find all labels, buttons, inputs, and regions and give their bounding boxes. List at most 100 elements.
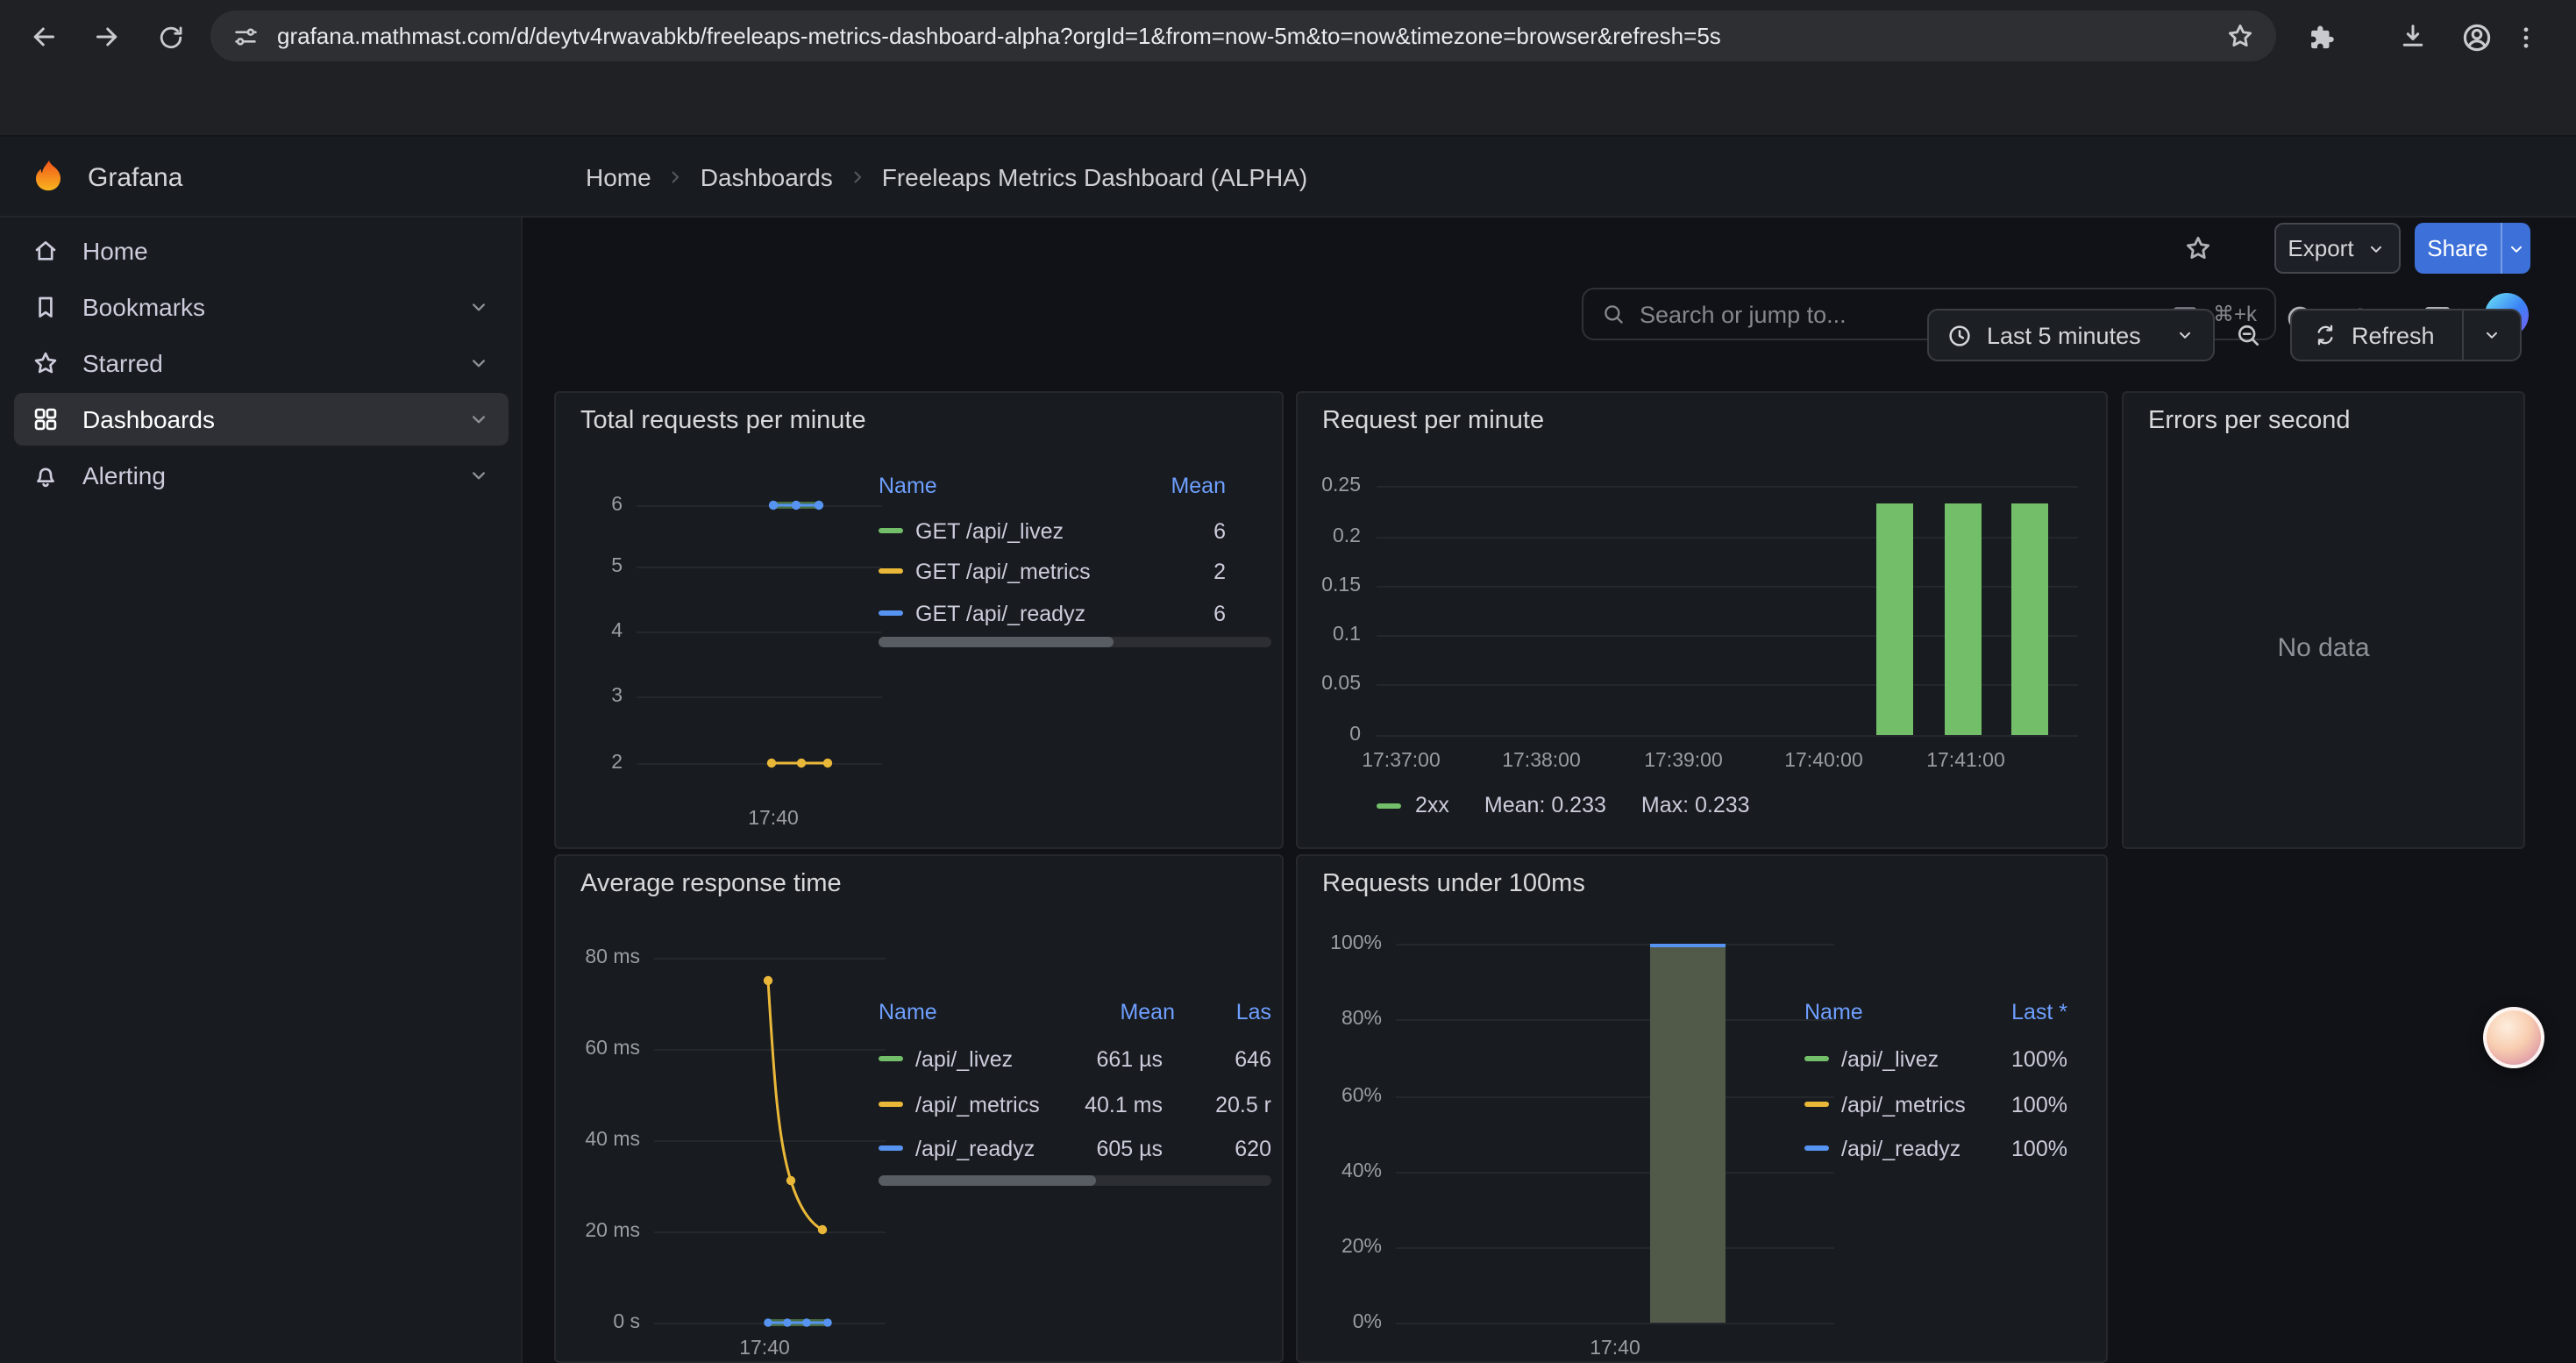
legend-scrollbar xyxy=(879,1175,1271,1186)
series-color-chip xyxy=(1804,1145,1829,1151)
y-tick: 0 s xyxy=(570,1309,640,1337)
series-name[interactable]: /api/_metrics xyxy=(915,1092,1049,1117)
x-tick: 17:40 xyxy=(1566,1337,1664,1361)
legend-header-last[interactable]: Last * xyxy=(1980,1000,2067,1024)
chevron-down-icon xyxy=(2366,238,2387,259)
sidebar-item-label: Home xyxy=(82,237,148,265)
refresh-button[interactable]: Refresh xyxy=(2292,322,2462,348)
y-tick: 0.2 xyxy=(1308,523,1361,551)
legend-row: /api/_readyz 100% xyxy=(1804,1133,2067,1163)
bookmark-star-icon[interactable] xyxy=(2225,21,2255,51)
sidebar-item-dashboards[interactable]: Dashboards xyxy=(14,393,509,446)
legend: 2xx Mean: 0.233 Max: 0.233 xyxy=(1377,793,1750,817)
series-color-chip xyxy=(879,610,903,616)
bar-2xx xyxy=(1876,503,1913,735)
y-tick: 3 xyxy=(577,682,623,710)
site-settings-icon[interactable] xyxy=(231,22,260,50)
series-color-chip xyxy=(1377,803,1401,808)
series-last: 100% xyxy=(1980,1092,2067,1117)
refresh-icon xyxy=(2313,323,2338,347)
breadcrumb-dashboards[interactable]: Dashboards xyxy=(701,163,833,191)
y-tick: 100% xyxy=(1312,930,1382,958)
export-label: Export xyxy=(2288,235,2353,261)
reload-icon[interactable] xyxy=(147,14,193,60)
chevron-down-icon[interactable] xyxy=(466,351,491,375)
export-button[interactable]: Export xyxy=(2274,223,2401,274)
url-bar[interactable]: grafana.mathmast.com/d/deytv4rwavabkb/fr… xyxy=(210,11,2276,61)
series-color-chip xyxy=(879,528,903,533)
series-name[interactable]: /api/_readyz xyxy=(915,1136,1049,1160)
legend-header-mean[interactable]: Mean xyxy=(1073,1000,1175,1024)
series-last: 646 xyxy=(1175,1046,1271,1071)
panel-title[interactable]: Errors per second xyxy=(2148,407,2351,435)
gridline xyxy=(1396,1019,1834,1021)
gridline xyxy=(1396,1172,1834,1174)
floating-assistant-avatar[interactable] xyxy=(2483,1007,2544,1068)
favorite-star-icon[interactable] xyxy=(2174,225,2220,270)
series-name[interactable]: /api/_livez xyxy=(915,1046,1049,1071)
panel-title[interactable]: Request per minute xyxy=(1322,407,1544,435)
forward-icon[interactable] xyxy=(84,14,130,60)
gridline xyxy=(1396,944,1834,946)
chevron-right-icon xyxy=(665,167,687,188)
sidebar-item-starred[interactable]: Starred xyxy=(14,337,509,389)
downloads-icon[interactable] xyxy=(2390,14,2436,60)
chevron-down-icon[interactable] xyxy=(466,463,491,488)
legend-header-name[interactable]: Name xyxy=(879,1000,1073,1024)
back-icon[interactable] xyxy=(21,14,67,60)
breadcrumb-current: Freeleaps Metrics Dashboard (ALPHA) xyxy=(882,163,1308,191)
sidebar: Home Bookmarks Starred Dashboards Alerti… xyxy=(0,218,523,1363)
profile-icon[interactable] xyxy=(2453,14,2499,60)
share-chevron-icon[interactable] xyxy=(2501,223,2530,274)
series-name[interactable]: GET /api/_readyz xyxy=(915,601,1085,625)
legend-header-name[interactable]: Name xyxy=(879,474,937,498)
share-label[interactable]: Share xyxy=(2415,223,2501,274)
series-mean: 6 xyxy=(1213,601,1226,625)
y-tick: 20% xyxy=(1312,1233,1382,1261)
panel-title[interactable]: Requests under 100ms xyxy=(1322,870,1585,898)
panel-request-per-minute: Request per minute 0.25 0.2 0.15 0.1 0.0… xyxy=(1296,391,2108,849)
series-name[interactable]: /api/_metrics xyxy=(1841,1092,1968,1117)
series-name[interactable]: GET /api/_livez xyxy=(915,518,1064,543)
legend-row: GET /api/_livez 6 xyxy=(879,516,1271,546)
sidebar-item-home[interactable]: Home xyxy=(14,225,509,277)
zoom-out-icon[interactable] xyxy=(2220,309,2276,361)
panel-title[interactable]: Total requests per minute xyxy=(580,407,866,435)
series-name[interactable]: 2xx xyxy=(1415,793,1449,817)
panel-title[interactable]: Average response time xyxy=(580,870,842,898)
legend-scrollbar-thumb[interactable] xyxy=(879,637,1114,647)
y-tick: 60% xyxy=(1312,1082,1382,1110)
series-name[interactable]: GET /api/_metrics xyxy=(915,559,1091,583)
series-name[interactable]: /api/_readyz xyxy=(1841,1136,1968,1160)
share-button[interactable]: Share xyxy=(2415,223,2530,274)
y-tick: 0% xyxy=(1312,1309,1382,1337)
y-tick: 4 xyxy=(577,617,623,646)
menu-icon[interactable] xyxy=(2502,14,2548,60)
series-name[interactable]: /api/_livez xyxy=(1841,1046,1968,1071)
chevron-down-icon[interactable] xyxy=(466,407,491,432)
legend-header-last[interactable]: Las xyxy=(1175,1000,1271,1024)
refresh-interval-chevron[interactable] xyxy=(2462,310,2520,360)
time-range-picker[interactable]: Last 5 minutes xyxy=(1927,309,2215,361)
refresh-label: Refresh xyxy=(2352,322,2435,348)
series-mean: 6 xyxy=(1213,518,1226,543)
x-tick: 17:38:00 xyxy=(1492,749,1590,774)
legend-header-name[interactable]: Name xyxy=(1804,1000,1980,1024)
y-tick: 60 ms xyxy=(570,1035,640,1063)
sidebar-item-alerting[interactable]: Alerting xyxy=(14,449,509,502)
series-mean: 2 xyxy=(1213,559,1226,583)
series-last: 620 xyxy=(1175,1136,1271,1160)
series-color-chip xyxy=(1804,1102,1829,1107)
sidebar-item-bookmarks[interactable]: Bookmarks xyxy=(14,281,509,333)
chevron-down-icon[interactable] xyxy=(466,295,491,319)
extensions-icon[interactable] xyxy=(2297,14,2343,60)
breadcrumb-home[interactable]: Home xyxy=(586,163,651,191)
legend-header: Name Mean xyxy=(879,474,1271,498)
grafana-logo[interactable] xyxy=(28,156,70,198)
legend-scrollbar-thumb[interactable] xyxy=(879,1175,1096,1186)
legend-row: /api/_readyz 605 µs 620 xyxy=(879,1133,1271,1163)
sidebar-item-label: Bookmarks xyxy=(82,293,205,321)
legend-header: Name Mean Las xyxy=(879,1000,1271,1024)
gridline xyxy=(1396,1323,1834,1324)
legend-header-mean[interactable]: Mean xyxy=(1171,474,1226,498)
